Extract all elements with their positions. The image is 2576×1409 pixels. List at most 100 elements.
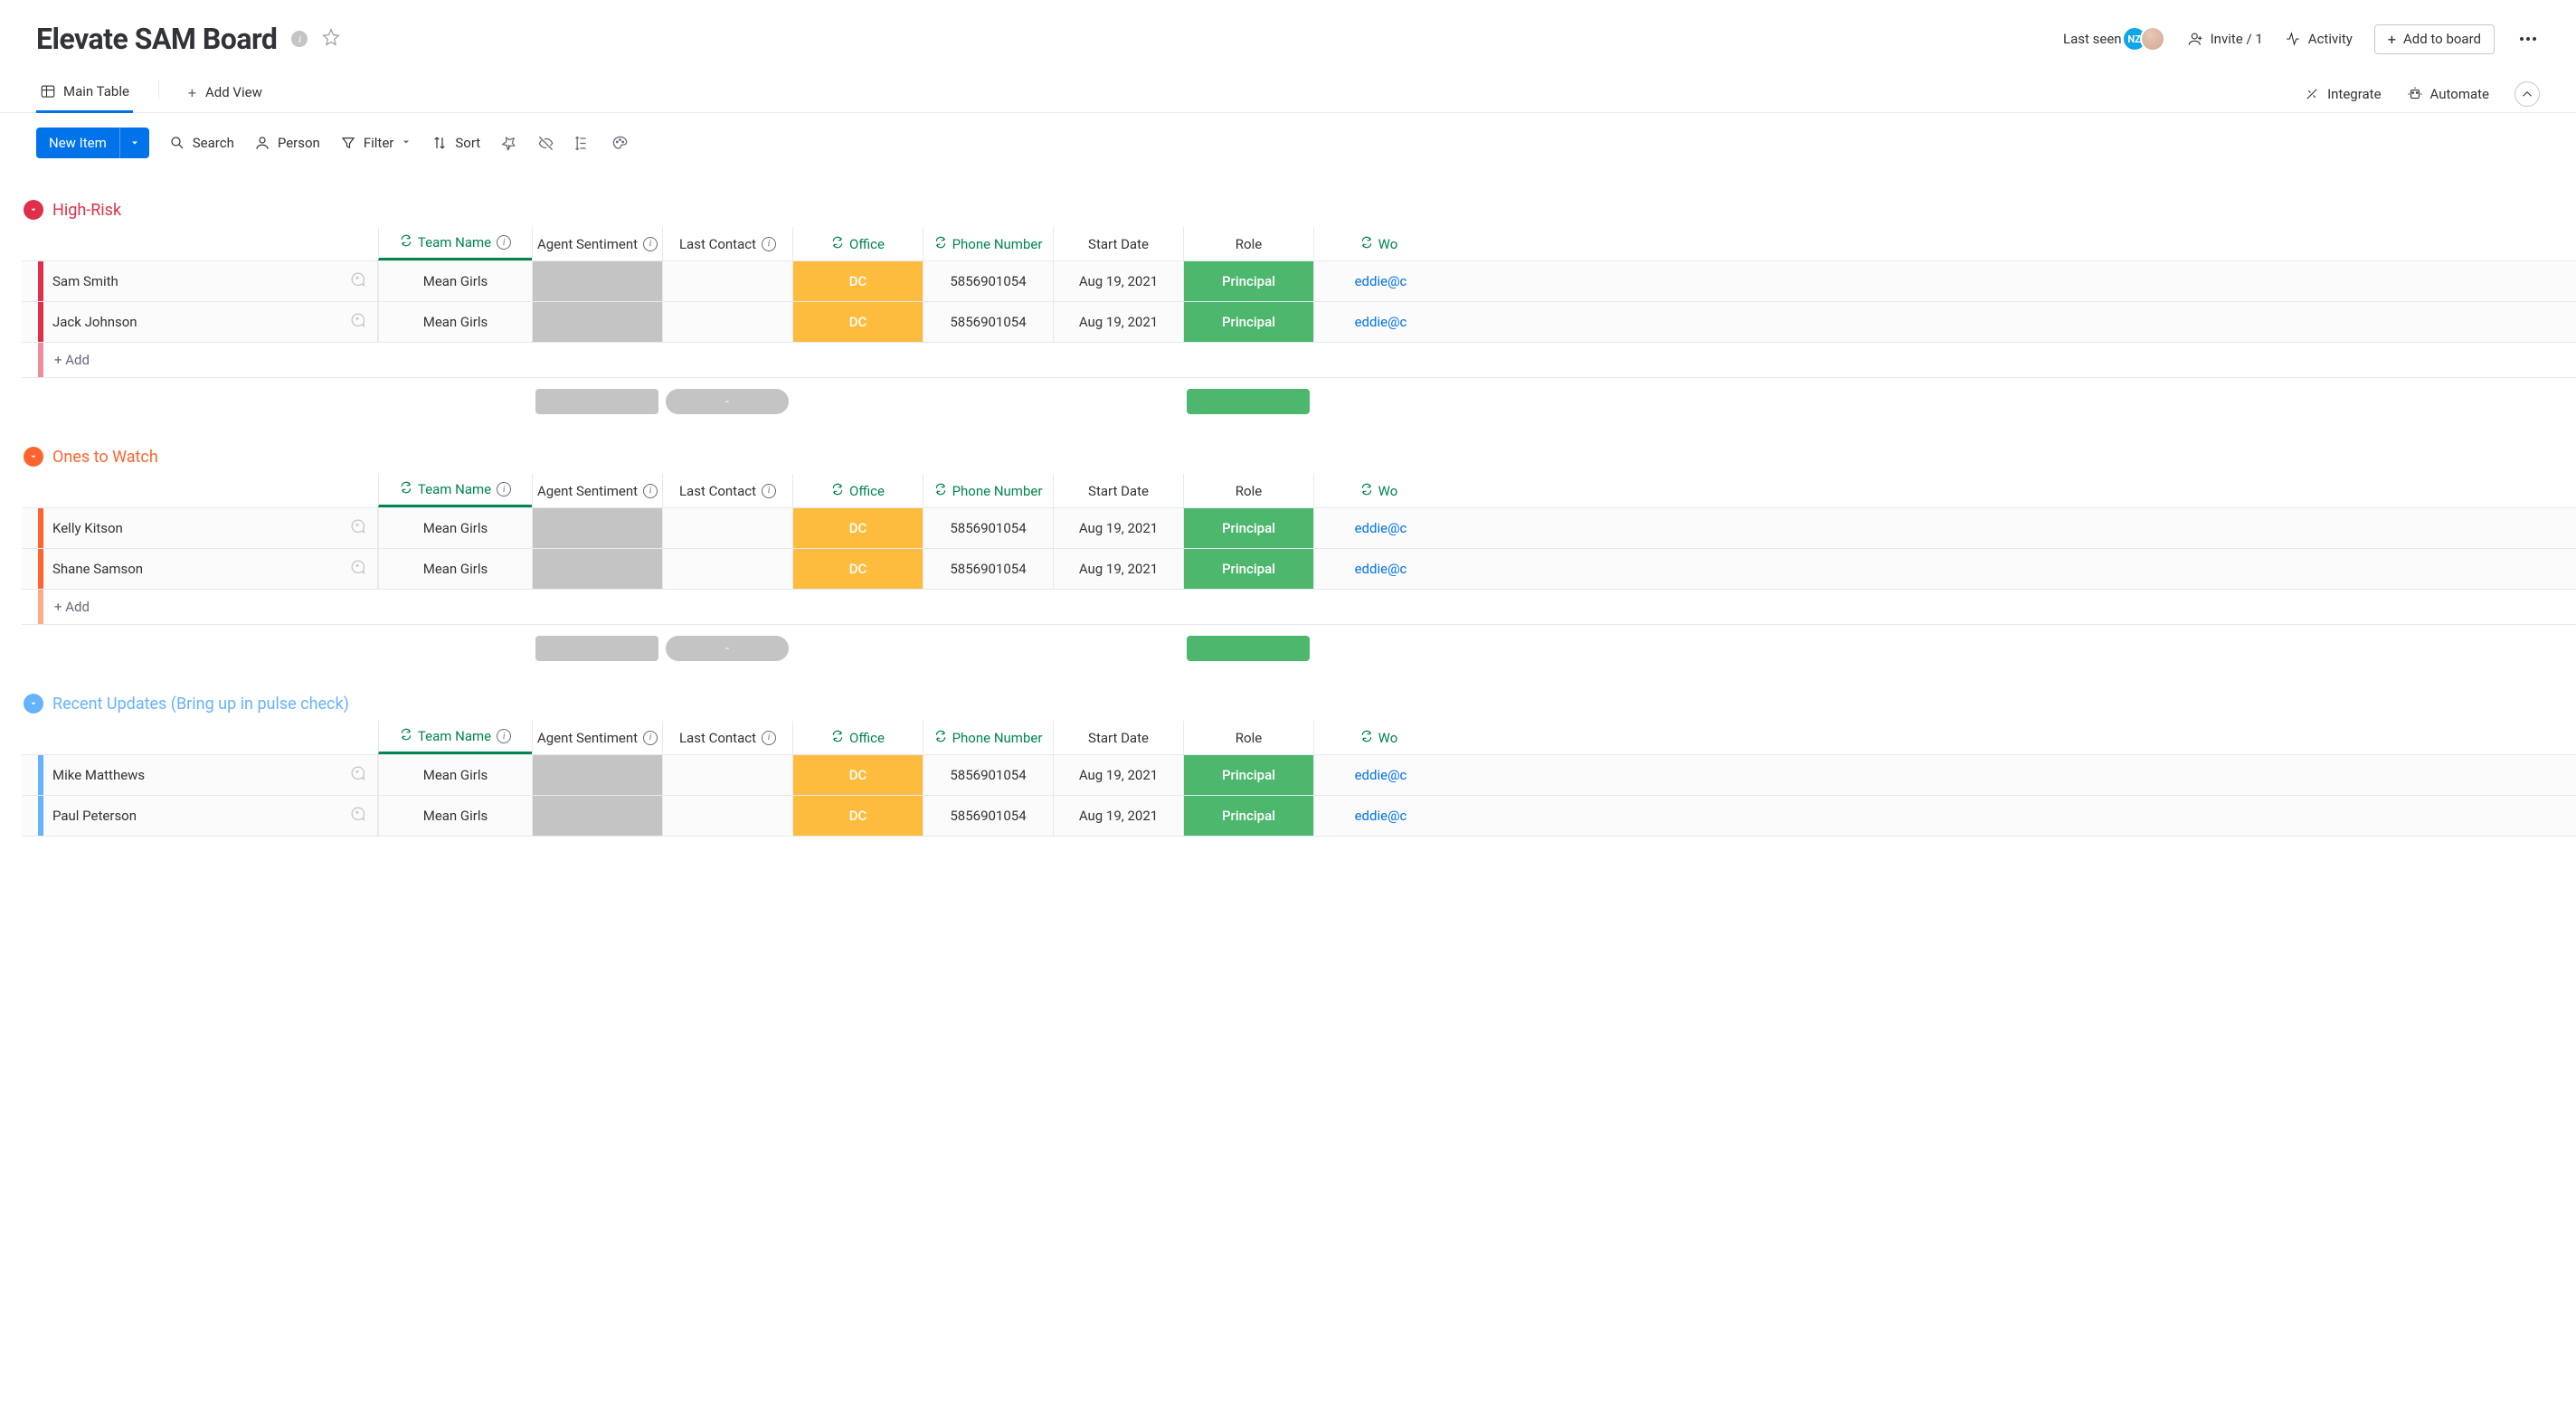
pin-icon[interactable]	[500, 135, 517, 152]
cell-team[interactable]: Mean Girls	[378, 302, 532, 342]
cell-role[interactable]: Principal	[1183, 261, 1313, 301]
cell-phone[interactable]: 5856901054	[923, 302, 1053, 342]
cell-email[interactable]: eddie@c	[1313, 755, 1444, 795]
cell-sentiment[interactable]	[532, 261, 662, 301]
cell-team[interactable]: Mean Girls	[378, 261, 532, 301]
chat-icon[interactable]	[348, 311, 366, 333]
cell-start[interactable]: Aug 19, 2021	[1053, 302, 1183, 342]
col-phone-number[interactable]: Phone Number	[923, 474, 1053, 507]
item-name-cell[interactable]: Paul Peterson	[43, 796, 378, 836]
cell-last-contact[interactable]	[662, 261, 792, 301]
cell-phone[interactable]: 5856901054	[923, 261, 1053, 301]
group-name[interactable]: Recent Updates (Bring up in pulse check)	[52, 695, 349, 714]
info-icon[interactable]: i	[643, 731, 658, 745]
col-agent-sentiment[interactable]: Agent Sentimenti	[532, 227, 662, 260]
cell-role[interactable]: Principal	[1183, 755, 1313, 795]
cell-office[interactable]: DC	[792, 549, 923, 589]
cell-role[interactable]: Principal	[1183, 302, 1313, 342]
cell-last-contact[interactable]	[662, 508, 792, 548]
cell-start[interactable]: Aug 19, 2021	[1053, 755, 1183, 795]
group-name[interactable]: Ones to Watch	[52, 448, 158, 467]
cell-last-contact[interactable]	[662, 549, 792, 589]
cell-sentiment[interactable]	[532, 302, 662, 342]
cell-team[interactable]: Mean Girls	[378, 508, 532, 548]
cell-team[interactable]: Mean Girls	[378, 549, 532, 589]
add-row[interactable]: + Add	[22, 343, 2576, 378]
invite-button[interactable]: Invite / 1	[2187, 31, 2263, 47]
add-view-button[interactable]: + Add View	[185, 77, 266, 112]
col-last-contact[interactable]: Last Contacti	[662, 227, 792, 260]
info-icon[interactable]: i	[762, 731, 776, 745]
cell-office[interactable]: DC	[792, 755, 923, 795]
cell-email[interactable]: eddie@c	[1313, 302, 1444, 342]
activity-button[interactable]: Activity	[2285, 31, 2353, 47]
cell-start[interactable]: Aug 19, 2021	[1053, 549, 1183, 589]
info-icon[interactable]: i	[762, 484, 776, 498]
cell-office[interactable]: DC	[792, 508, 923, 548]
cell-sentiment[interactable]	[532, 755, 662, 795]
col-office[interactable]: Office	[792, 474, 923, 507]
cell-office[interactable]: DC	[792, 796, 923, 836]
collapse-panel-button[interactable]	[2514, 81, 2540, 107]
cell-last-contact[interactable]	[662, 796, 792, 836]
col-work-email[interactable]: Wo	[1313, 474, 1444, 507]
item-name-cell[interactable]: Jack Johnson	[43, 302, 378, 342]
cell-sentiment[interactable]	[532, 796, 662, 836]
cell-team[interactable]: Mean Girls	[378, 796, 532, 836]
cell-role[interactable]: Principal	[1183, 796, 1313, 836]
tab-main-table[interactable]: Main Table	[36, 76, 133, 113]
col-work-email[interactable]: Wo	[1313, 227, 1444, 260]
col-start-date[interactable]: Start Date	[1053, 227, 1183, 260]
group-collapse-icon[interactable]	[24, 200, 43, 220]
cell-start[interactable]: Aug 19, 2021	[1053, 261, 1183, 301]
cell-email[interactable]: eddie@c	[1313, 508, 1444, 548]
height-icon[interactable]	[574, 135, 592, 152]
chat-icon[interactable]	[348, 270, 366, 292]
chat-icon[interactable]	[348, 558, 366, 580]
group-collapse-icon[interactable]	[24, 447, 43, 467]
cell-email[interactable]: eddie@c	[1313, 261, 1444, 301]
col-start-date[interactable]: Start Date	[1053, 721, 1183, 754]
integrate-button[interactable]: Integrate	[2304, 86, 2381, 102]
more-menu-icon[interactable]	[2516, 33, 2540, 44]
cell-phone[interactable]: 5856901054	[923, 755, 1053, 795]
item-name-cell[interactable]: Shane Samson	[43, 549, 378, 589]
col-work-email[interactable]: Wo	[1313, 721, 1444, 754]
col-agent-sentiment[interactable]: Agent Sentimenti	[532, 721, 662, 754]
table-row[interactable]: Shane Samson Mean Girls DC 5856901054 Au…	[22, 549, 2576, 590]
person-filter-button[interactable]: Person	[254, 135, 320, 151]
cell-email[interactable]: eddie@c	[1313, 549, 1444, 589]
cell-team[interactable]: Mean Girls	[378, 755, 532, 795]
col-team-name[interactable]: Team Name	[418, 481, 491, 497]
info-icon[interactable]: i	[643, 484, 658, 498]
col-role[interactable]: Role	[1183, 227, 1313, 260]
col-phone-number[interactable]: Phone Number	[923, 227, 1053, 260]
info-icon[interactable]: i	[497, 729, 511, 743]
group-collapse-icon[interactable]	[24, 694, 43, 714]
cell-phone[interactable]: 5856901054	[923, 508, 1053, 548]
col-team-name[interactable]: Team Name	[418, 728, 491, 744]
table-row[interactable]: Mike Matthews Mean Girls DC 5856901054 A…	[22, 754, 2576, 796]
info-icon[interactable]: i	[291, 31, 308, 47]
info-icon[interactable]: i	[643, 237, 658, 251]
chat-icon[interactable]	[348, 764, 366, 786]
automate-button[interactable]: Automate	[2407, 86, 2489, 102]
hide-icon[interactable]	[537, 135, 554, 152]
chat-icon[interactable]	[348, 517, 366, 539]
sort-button[interactable]: Sort	[431, 135, 480, 151]
cell-last-contact[interactable]	[662, 755, 792, 795]
cell-last-contact[interactable]	[662, 302, 792, 342]
col-phone-number[interactable]: Phone Number	[923, 721, 1053, 754]
col-start-date[interactable]: Start Date	[1053, 474, 1183, 507]
col-agent-sentiment[interactable]: Agent Sentimenti	[532, 474, 662, 507]
col-office[interactable]: Office	[792, 227, 923, 260]
cell-sentiment[interactable]	[532, 508, 662, 548]
add-row[interactable]: + Add	[22, 590, 2576, 625]
table-row[interactable]: Sam Smith Mean Girls DC 5856901054 Aug 1…	[22, 260, 2576, 302]
board-title[interactable]: Elevate SAM Board	[36, 22, 277, 56]
search-button[interactable]: Search	[169, 135, 234, 151]
info-icon[interactable]: i	[497, 482, 511, 496]
item-name-cell[interactable]: Sam Smith	[43, 261, 378, 301]
cell-phone[interactable]: 5856901054	[923, 549, 1053, 589]
cell-role[interactable]: Principal	[1183, 508, 1313, 548]
